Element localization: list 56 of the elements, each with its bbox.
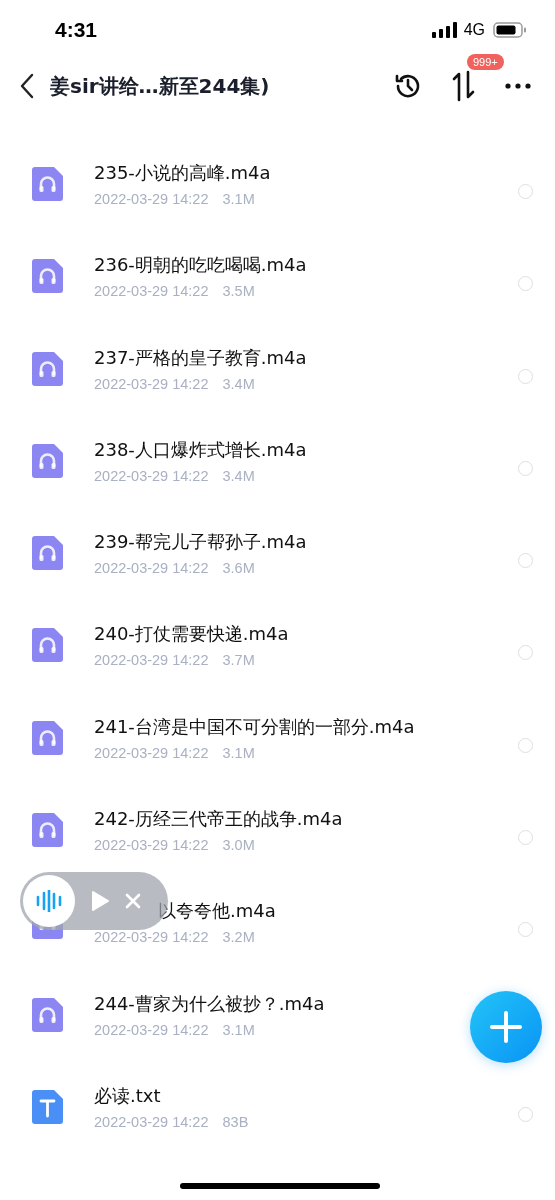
file-date: 2022-03-29 14:22 — [94, 1021, 209, 1038]
file-name[interactable]: 237-严格的皇子教育.m4a — [94, 345, 307, 370]
audio-file-icon — [32, 443, 63, 478]
file-date: 2022-03-29 14:22 — [94, 375, 209, 392]
file-name[interactable]: 239-帮完儿子帮孙子.m4a — [94, 530, 307, 555]
file-size: 3.0M — [222, 837, 255, 854]
signal-icon — [431, 22, 458, 38]
audio-file-icon — [32, 536, 63, 571]
network-label: 4G — [463, 21, 485, 39]
file-size: 3.4M — [222, 375, 255, 392]
file-date: 2022-03-29 14:22 — [94, 929, 209, 946]
file-date: 2022-03-29 14:22 — [94, 837, 209, 854]
audio-file-icon — [32, 167, 63, 201]
file-name[interactable]: 241-台湾是中国不可分割的一部分.m4a — [94, 714, 415, 739]
file-size: 83B — [222, 1113, 249, 1130]
audio-file-icon — [32, 259, 63, 294]
file-date: 2022-03-29 14:22 — [94, 560, 209, 577]
file-name[interactable]: 240-打仗需要快递.m4a — [94, 622, 289, 647]
audio-file-icon — [32, 997, 63, 1032]
file-size: 3.7M — [222, 652, 255, 669]
file-name[interactable]: 242-历经三代帝王的战争.m4a — [94, 807, 343, 832]
notification-badge: 999+ — [467, 54, 504, 70]
file-name[interactable]: 必读.txt — [94, 1083, 161, 1108]
file-size: 3.1M — [222, 191, 255, 207]
file-size: 3.4M — [222, 467, 255, 484]
folder-title: 姜sir讲给…新至244集) — [50, 72, 270, 100]
play-icon[interactable] — [91, 891, 109, 911]
back-icon[interactable] — [20, 73, 34, 99]
file-name[interactable]: 以夸夸他.m4a — [158, 899, 276, 924]
file-date: 2022-03-29 14:22 — [94, 1113, 209, 1130]
more-icon[interactable] — [505, 82, 531, 90]
file-date: 2022-03-29 14:22 — [94, 744, 209, 761]
file-name[interactable]: 244-曹家为什么被抄？.m4a — [94, 991, 325, 1016]
file-size: 3.1M — [222, 1021, 255, 1038]
sort-icon[interactable] — [451, 70, 477, 102]
file-size: 3.5M — [222, 283, 255, 300]
file-size: 3.2M — [222, 929, 255, 946]
audio-file-icon — [32, 720, 63, 755]
file-size: 3.6M — [222, 560, 255, 577]
audio-file-icon — [32, 813, 63, 848]
file-date: 2022-03-29 14:22 — [94, 283, 209, 300]
sound-wave-icon[interactable] — [36, 890, 62, 912]
file-name[interactable]: 235-小说的高峰.m4a — [94, 161, 271, 185]
file-date: 2022-03-29 14:22 — [94, 652, 209, 669]
battery-icon — [493, 22, 527, 38]
file-date: 2022-03-29 14:22 — [94, 467, 209, 484]
text-file-icon — [32, 1089, 63, 1124]
add-button[interactable] — [470, 991, 542, 1063]
file-size: 3.1M — [222, 744, 255, 761]
file-name[interactable]: 236-明朝的吃吃喝喝.m4a — [94, 253, 307, 278]
file-date: 2022-03-29 14:22 — [94, 191, 209, 207]
audio-file-icon — [32, 628, 63, 663]
close-icon[interactable] — [125, 893, 141, 909]
file-name[interactable]: 238-人口爆炸式增长.m4a — [94, 437, 307, 462]
status-time: 4:31 — [55, 18, 98, 42]
audio-file-icon — [32, 351, 63, 386]
